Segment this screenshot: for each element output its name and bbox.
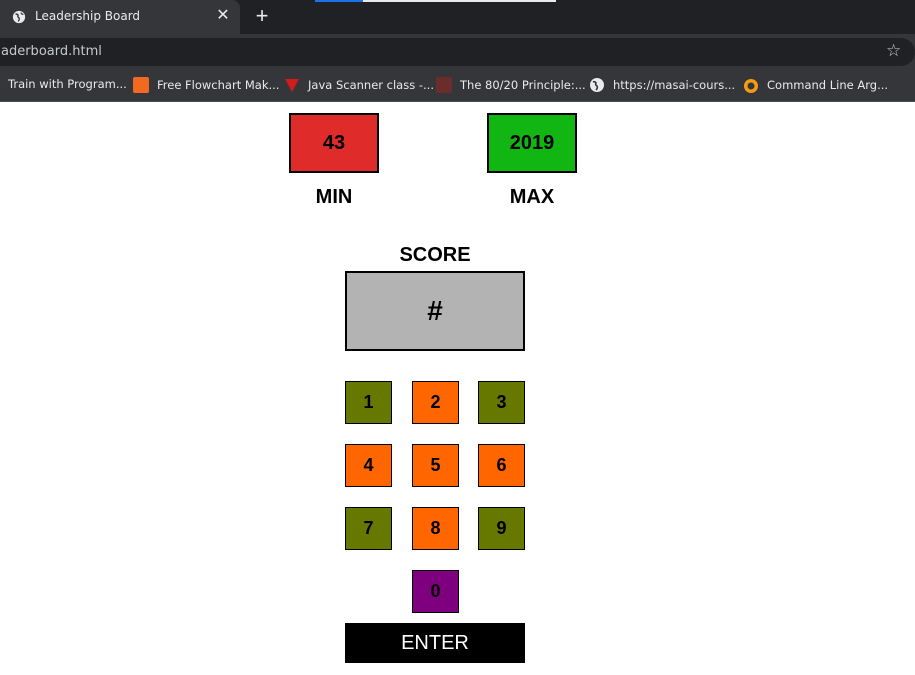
- bookmark-item[interactable]: https://masai-cours...: [589, 77, 735, 93]
- book-logo-icon: [436, 77, 452, 93]
- score-label: SCORE: [399, 244, 471, 266]
- bookmark-label: The 80/20 Principle:...: [460, 78, 586, 92]
- keypad-button-4[interactable]: 4: [345, 444, 392, 487]
- keypad-button-0[interactable]: 0: [412, 570, 459, 613]
- keypad-button-5[interactable]: 5: [412, 444, 459, 487]
- max-label: MAX: [509, 186, 555, 208]
- close-icon[interactable]: ✕: [214, 7, 232, 25]
- bookmark-item[interactable]: Train with Program...: [8, 77, 127, 93]
- url-text[interactable]: aderboard.html: [1, 44, 102, 59]
- tab-loading-indicator-track: [363, 0, 556, 2]
- bookmark-label: https://masai-cours...: [613, 78, 736, 92]
- tutorial-logo-icon: [744, 79, 758, 93]
- keypad-button-1[interactable]: 1: [345, 381, 392, 424]
- keypad-button-2[interactable]: 2: [412, 381, 459, 424]
- keypad-button-7[interactable]: 7: [345, 507, 392, 550]
- bookmark-item[interactable]: Free Flowchart Mak...: [133, 77, 279, 93]
- bookmark-star-icon[interactable]: ☆: [886, 41, 901, 61]
- triangle-logo-icon: [285, 79, 299, 92]
- browser-toolbar: aderboard.html ☆: [0, 34, 915, 68]
- bookmarks-bar: Train with Program... Free Flowchart Mak…: [0, 68, 915, 102]
- min-label: MIN: [315, 186, 353, 208]
- min-value-box: 43: [289, 113, 379, 173]
- address-bar[interactable]: aderboard.html ☆: [0, 38, 915, 66]
- bookmark-label: Java Scanner class -...: [308, 78, 434, 92]
- globe-icon: [12, 10, 26, 24]
- bookmark-item[interactable]: Java Scanner class -...: [284, 77, 434, 93]
- bookmark-label: Free Flowchart Mak...: [157, 78, 280, 92]
- globe-icon: [590, 78, 604, 92]
- keypad-button-6[interactable]: 6: [478, 444, 525, 487]
- bookmark-label: Train with Program...: [8, 77, 127, 91]
- keypad-button-9[interactable]: 9: [478, 507, 525, 550]
- browser-tab-active[interactable]: Leadership Board ✕: [0, 0, 240, 34]
- max-value-box: 2019: [487, 113, 577, 173]
- flowchart-app-icon: [133, 77, 149, 93]
- browser-tabstrip: Leadership Board ✕ +: [0, 0, 915, 34]
- new-tab-button[interactable]: +: [250, 4, 274, 28]
- keypad-button-3[interactable]: 3: [478, 381, 525, 424]
- enter-button[interactable]: ENTER: [345, 623, 525, 663]
- bookmark-item[interactable]: The 80/20 Principle:...: [436, 77, 586, 93]
- bookmark-item[interactable]: Command Line Arg...: [743, 77, 888, 93]
- bookmark-label: Command Line Arg...: [767, 78, 889, 92]
- tab-title: Leadership Board: [35, 9, 141, 23]
- keypad-button-8[interactable]: 8: [412, 507, 459, 550]
- score-display: #: [345, 271, 525, 351]
- tab-loading-indicator: [315, 0, 363, 2]
